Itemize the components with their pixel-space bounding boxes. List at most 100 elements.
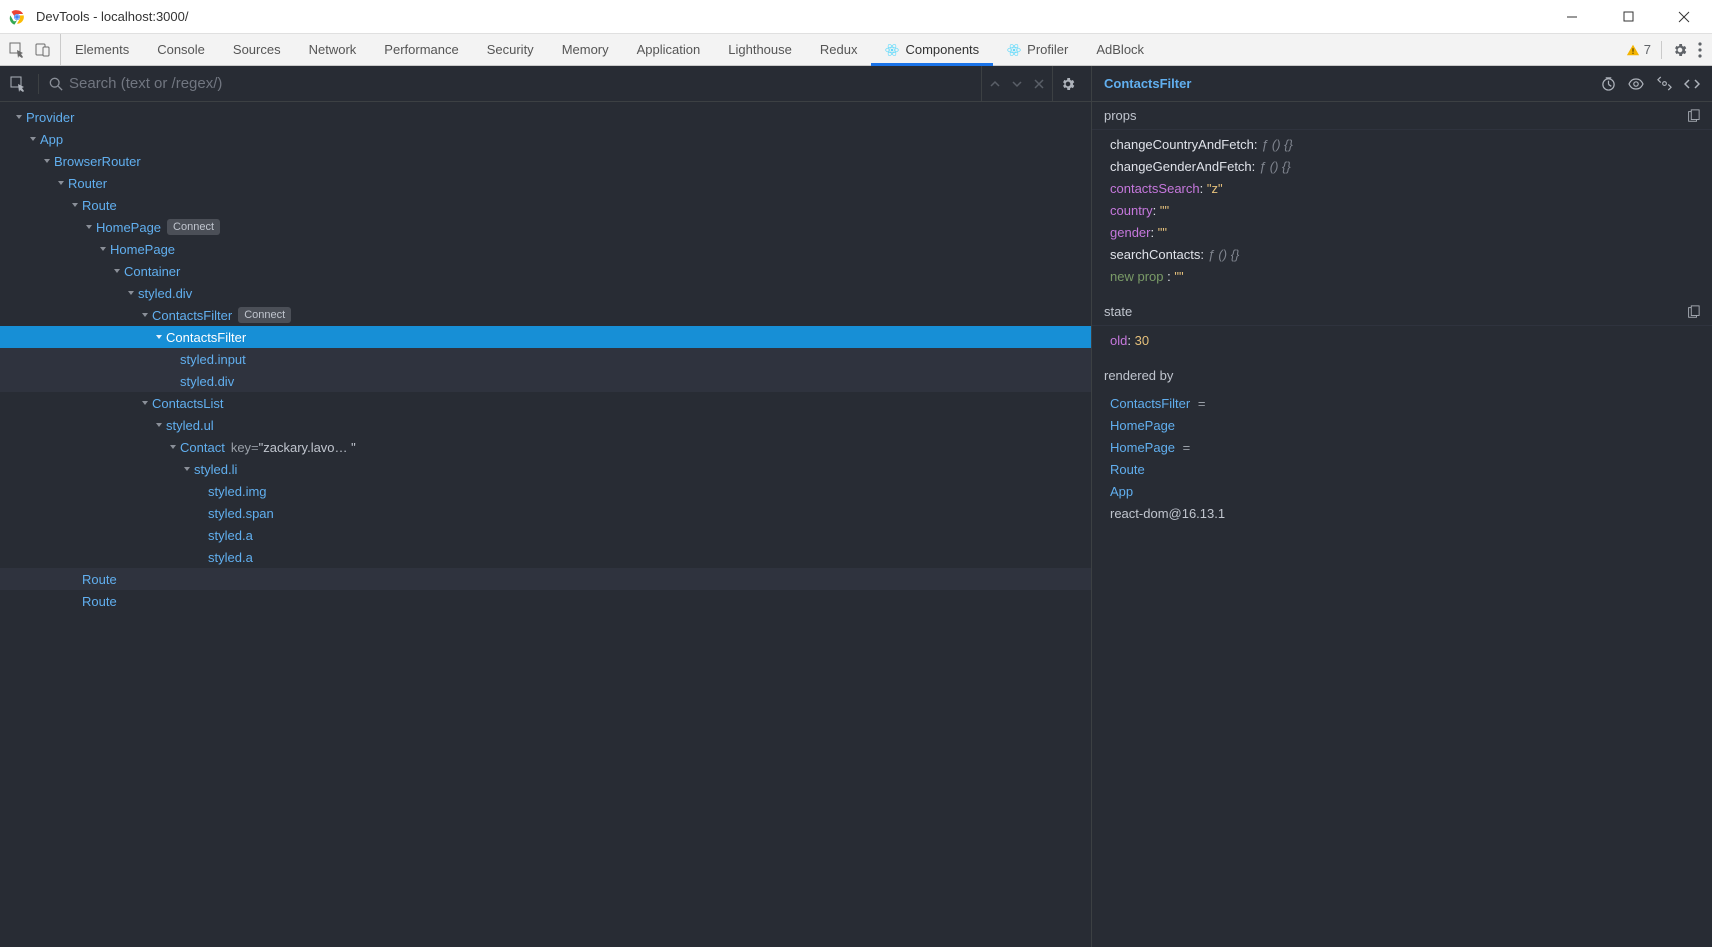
tree-node[interactable]: styled.ul xyxy=(0,414,1091,436)
prop-row[interactable]: changeGenderAndFetch: ƒ () {} xyxy=(1110,156,1700,178)
tab-redux[interactable]: Redux xyxy=(806,34,872,65)
search-input[interactable] xyxy=(69,75,981,92)
tree-node[interactable]: styled.span xyxy=(0,502,1091,524)
section-title: rendered by xyxy=(1104,368,1173,383)
caret-icon xyxy=(28,135,38,143)
tab-label: Security xyxy=(487,42,534,57)
rendered-by-item[interactable]: App xyxy=(1110,481,1700,503)
search-next-icon[interactable] xyxy=(1012,79,1022,89)
node-name: Route xyxy=(82,572,117,587)
window-close-button[interactable] xyxy=(1670,3,1698,31)
inspect-dom-icon[interactable] xyxy=(1628,76,1644,92)
tree-node[interactable]: styled.div xyxy=(0,282,1091,304)
props-list[interactable]: changeCountryAndFetch: ƒ () {}changeGend… xyxy=(1092,130,1712,298)
window-maximize-button[interactable] xyxy=(1614,3,1642,31)
tree-node[interactable]: Container xyxy=(0,260,1091,282)
inspect-element-icon[interactable] xyxy=(8,41,26,59)
node-name: HomePage xyxy=(110,242,175,257)
tab-profiler[interactable]: Profiler xyxy=(993,34,1082,65)
search-close-icon[interactable] xyxy=(1034,79,1044,89)
search-prev-icon[interactable] xyxy=(990,79,1000,89)
more-menu-icon[interactable] xyxy=(1698,42,1702,58)
tab-memory[interactable]: Memory xyxy=(548,34,623,65)
tab-components[interactable]: Components xyxy=(871,34,993,65)
copy-icon[interactable] xyxy=(1686,305,1700,319)
rendered-by-item[interactable]: ContactsFilter = xyxy=(1110,393,1700,415)
node-name: styled.a xyxy=(208,550,253,565)
tree-node[interactable]: ContactsFilterConnect xyxy=(0,304,1091,326)
tree-node[interactable]: Route xyxy=(0,568,1091,590)
tab-label: Components xyxy=(905,42,979,57)
rendered-by-item[interactable]: HomePage xyxy=(1110,415,1700,437)
prop-row[interactable]: new prop : "" xyxy=(1110,266,1700,288)
tree-node[interactable]: styled.div xyxy=(0,370,1091,392)
tree-node[interactable]: HomePage xyxy=(0,238,1091,260)
tree-node[interactable]: Router xyxy=(0,172,1091,194)
tree-node[interactable]: ContactsFilter xyxy=(0,326,1091,348)
settings-gear-icon[interactable] xyxy=(1672,42,1688,58)
tab-adblock[interactable]: AdBlock xyxy=(1082,34,1158,65)
prop-row[interactable]: country: "" xyxy=(1110,200,1700,222)
warnings-indicator[interactable]: 7 xyxy=(1626,42,1651,57)
node-name: Contact xyxy=(180,440,225,455)
select-element-icon[interactable] xyxy=(8,74,28,94)
react-badge-icon xyxy=(885,43,899,57)
rendered-by-item[interactable]: HomePage = xyxy=(1110,437,1700,459)
prop-row[interactable]: changeCountryAndFetch: ƒ () {} xyxy=(1110,134,1700,156)
tree-node[interactable]: ContactsList xyxy=(0,392,1091,414)
tab-console[interactable]: Console xyxy=(143,34,219,65)
tree-node[interactable]: App xyxy=(0,128,1091,150)
warning-icon xyxy=(1626,43,1640,57)
tree-node[interactable]: styled.a xyxy=(0,546,1091,568)
prop-row[interactable]: gender: "" xyxy=(1110,222,1700,244)
window-titlebar: DevTools - localhost:3000/ xyxy=(0,0,1712,34)
caret-icon xyxy=(140,311,150,319)
main-area: ProviderAppBrowserRouterRouterRouteHomeP… xyxy=(0,66,1712,947)
prop-row[interactable]: old: 30 xyxy=(1110,330,1700,352)
node-name: styled.input xyxy=(180,352,246,367)
rendered-by-item[interactable]: Route xyxy=(1110,459,1700,481)
tree-node[interactable]: BrowserRouter xyxy=(0,150,1091,172)
node-name: Container xyxy=(124,264,180,279)
tree-node[interactable]: Route xyxy=(0,194,1091,216)
copy-icon[interactable] xyxy=(1686,109,1700,123)
components-settings-icon[interactable] xyxy=(1053,76,1083,92)
tree-node[interactable]: styled.li xyxy=(0,458,1091,480)
tab-performance[interactable]: Performance xyxy=(370,34,472,65)
details-header: ContactsFilter xyxy=(1092,66,1712,102)
tree-node[interactable]: styled.a xyxy=(0,524,1091,546)
tree-node[interactable]: styled.input xyxy=(0,348,1091,370)
state-list[interactable]: old: 30 xyxy=(1092,326,1712,362)
tree-node[interactable]: Contactkey="zackary.lavo… " xyxy=(0,436,1091,458)
tree-node[interactable]: Route xyxy=(0,590,1091,612)
view-source-icon[interactable] xyxy=(1684,76,1700,92)
suspend-icon[interactable] xyxy=(1600,76,1616,92)
node-name: App xyxy=(40,132,63,147)
tab-label: Memory xyxy=(562,42,609,57)
components-tree[interactable]: ProviderAppBrowserRouterRouterRouteHomeP… xyxy=(0,102,1091,947)
node-name: Route xyxy=(82,594,117,609)
rendered-by-list[interactable]: ContactsFilter =HomePageHomePage =RouteA… xyxy=(1092,389,1712,535)
prop-row[interactable]: searchContacts: ƒ () {} xyxy=(1110,244,1700,266)
caret-icon xyxy=(14,113,24,121)
window-minimize-button[interactable] xyxy=(1558,3,1586,31)
tab-sources[interactable]: Sources xyxy=(219,34,295,65)
prop-row[interactable]: contactsSearch: "z" xyxy=(1110,178,1700,200)
tab-lighthouse[interactable]: Lighthouse xyxy=(714,34,806,65)
warnings-count: 7 xyxy=(1644,42,1651,57)
tree-node[interactable]: styled.img xyxy=(0,480,1091,502)
log-data-icon[interactable] xyxy=(1656,76,1672,92)
node-name: styled.div xyxy=(138,286,192,301)
device-toolbar-icon[interactable] xyxy=(34,41,52,59)
tab-elements[interactable]: Elements xyxy=(61,34,143,65)
tree-node[interactable]: HomePageConnect xyxy=(0,216,1091,238)
tab-application[interactable]: Application xyxy=(623,34,715,65)
window-title: DevTools - localhost:3000/ xyxy=(36,9,188,24)
node-name: BrowserRouter xyxy=(54,154,141,169)
tab-label: Console xyxy=(157,42,205,57)
tab-network[interactable]: Network xyxy=(295,34,371,65)
tab-security[interactable]: Security xyxy=(473,34,548,65)
devtools-tabs: Elements Console SourcesNetworkPerformance… xyxy=(61,34,1158,65)
tree-node[interactable]: Provider xyxy=(0,106,1091,128)
tab-label: Profiler xyxy=(1027,42,1068,57)
